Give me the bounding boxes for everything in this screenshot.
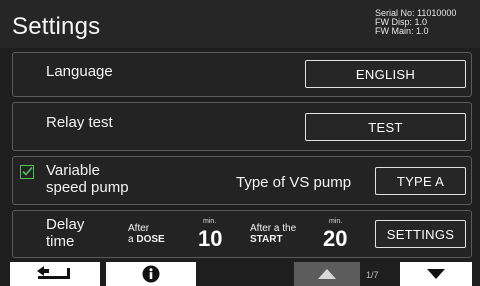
after-start-line2: START bbox=[250, 234, 283, 245]
variable-speed-label-line1: Variable bbox=[46, 162, 100, 179]
triangle-down-icon bbox=[427, 269, 445, 279]
device-info: Serial No: 11010000 FW Disp: 1.0 FW Main… bbox=[375, 9, 456, 36]
page-indicator: 1/7 bbox=[366, 270, 379, 280]
variable-speed-label: Variable speed pump bbox=[46, 162, 129, 196]
vs-pump-type-label: Type of VS pump bbox=[236, 174, 352, 191]
info-icon bbox=[142, 265, 160, 283]
page-title: Settings bbox=[12, 13, 101, 40]
after-dose-line2: a DOSE bbox=[128, 234, 165, 245]
relay-test-button[interactable]: TEST bbox=[305, 113, 466, 141]
after-start-label: After a the START bbox=[250, 223, 296, 245]
relay-test-row: Relay test TEST bbox=[12, 102, 472, 151]
vs-pump-type-button[interactable]: TYPE A bbox=[375, 167, 466, 195]
variable-speed-checkbox[interactable] bbox=[20, 165, 34, 179]
delay-settings-button[interactable]: SETTINGS bbox=[375, 220, 466, 248]
page-up-button[interactable] bbox=[294, 262, 360, 286]
back-arrow-icon bbox=[37, 266, 70, 279]
delay-time-label-line1: Delay bbox=[46, 216, 85, 233]
after-dose-label: After a DOSE bbox=[128, 223, 165, 245]
relay-test-label: Relay test bbox=[46, 114, 113, 131]
after-start-line1: After a the bbox=[250, 223, 297, 234]
delay-time-label: Delay time bbox=[46, 216, 84, 250]
after-dose-line1: After bbox=[128, 223, 150, 234]
info-button[interactable] bbox=[106, 262, 196, 286]
checkmark-icon bbox=[22, 166, 33, 176]
triangle-up-icon bbox=[318, 269, 336, 279]
variable-speed-label-line2: speed pump bbox=[46, 179, 129, 196]
header-bar: Settings Serial No: 11010000 FW Disp: 1.… bbox=[0, 0, 480, 48]
start-min-unit: min. bbox=[329, 218, 343, 225]
delay-time-row: Delay time After a DOSE min. 10 After a … bbox=[12, 210, 472, 258]
fw-main-version: FW Main: 1.0 bbox=[375, 26, 429, 36]
language-button[interactable]: ENGLISH bbox=[305, 60, 466, 88]
start-delay-value[interactable]: 20 bbox=[323, 226, 347, 252]
delay-time-label-line2: time bbox=[46, 233, 75, 250]
language-row: Language ENGLISH bbox=[12, 52, 472, 97]
page-down-button[interactable] bbox=[400, 262, 472, 286]
after-dose-bold: DOSE bbox=[136, 234, 165, 245]
dose-min-unit: min. bbox=[203, 218, 217, 225]
variable-speed-pump-row: Variable speed pump Type of VS pump TYPE… bbox=[12, 156, 472, 205]
language-label: Language bbox=[46, 63, 113, 80]
back-button[interactable] bbox=[10, 262, 100, 286]
dose-delay-value[interactable]: 10 bbox=[198, 226, 222, 252]
